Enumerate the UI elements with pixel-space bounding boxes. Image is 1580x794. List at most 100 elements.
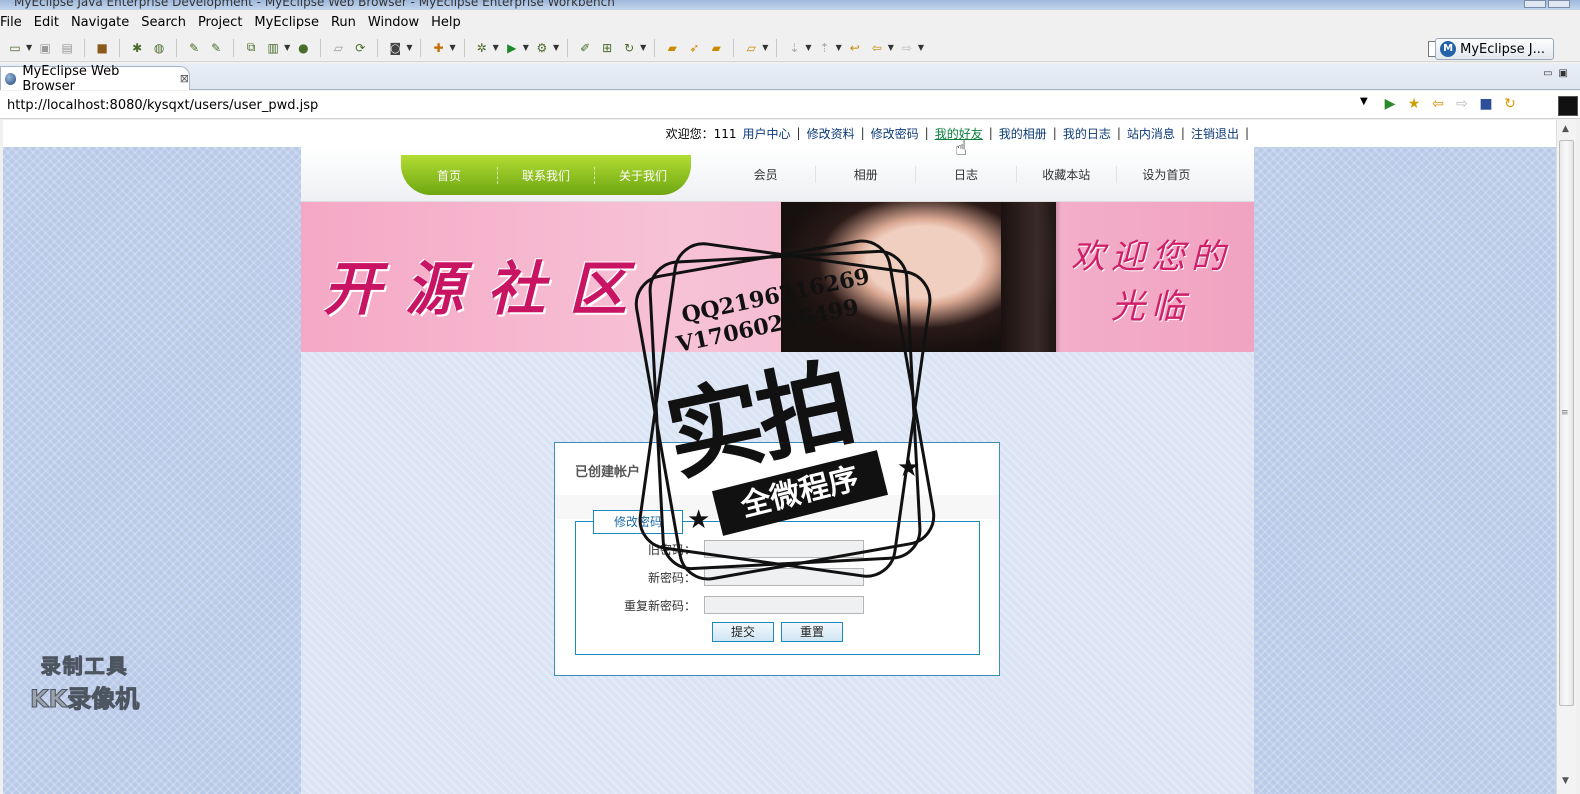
chevron-down-icon[interactable]: ▼ bbox=[640, 43, 646, 52]
chevron-down-icon[interactable]: ▼ bbox=[805, 43, 811, 52]
menu-help[interactable]: Help bbox=[431, 15, 469, 30]
menu-window[interactable]: Window bbox=[368, 15, 427, 30]
scroll-down-icon[interactable]: ▼ bbox=[1562, 776, 1569, 786]
link-logout[interactable]: 注销退出 bbox=[1191, 125, 1239, 142]
debug-icon[interactable]: ✲ bbox=[473, 39, 491, 57]
deploy-icon[interactable]: ⧉ bbox=[242, 39, 260, 57]
back-icon[interactable]: ⇦ bbox=[1430, 96, 1446, 112]
maximize-view-icon[interactable]: ▣ bbox=[1559, 68, 1574, 79]
forward-icon[interactable]: ⇨ bbox=[898, 39, 916, 57]
camera-icon[interactable]: ◙ bbox=[386, 39, 404, 57]
prev-annotation-icon[interactable]: ⇡ bbox=[816, 39, 834, 57]
refresh-icon[interactable]: ↻ bbox=[1502, 96, 1518, 112]
chevron-down-icon[interactable]: ▼ bbox=[762, 43, 768, 52]
perspective-switcher[interactable]: M MyEclipse J... bbox=[1435, 38, 1554, 60]
globe-icon[interactable]: ● bbox=[294, 39, 312, 57]
nav-albums[interactable]: 相册 bbox=[816, 165, 917, 183]
next-annotation-icon[interactable]: ⇣ bbox=[785, 39, 803, 57]
nav-home[interactable]: 首页 bbox=[401, 166, 498, 184]
chevron-down-icon[interactable]: ▼ bbox=[26, 43, 32, 52]
new-icon[interactable]: ▭ bbox=[6, 39, 24, 57]
back-icon[interactable]: ⇦ bbox=[868, 39, 886, 57]
vertical-scrollbar[interactable]: ▲ ≡ ▼ bbox=[1556, 120, 1576, 794]
minimize-button[interactable] bbox=[1524, 0, 1546, 8]
folder-icon[interactable]: ▰ bbox=[707, 39, 725, 57]
link-messages[interactable]: 站内消息 bbox=[1127, 125, 1175, 142]
toolbar-divider bbox=[119, 38, 121, 57]
save-icon[interactable]: ▣ bbox=[36, 39, 54, 57]
forward-icon[interactable]: ⇨ bbox=[1454, 96, 1470, 112]
deploy-list-icon[interactable]: ▥ bbox=[264, 39, 282, 57]
myeclipse-logo-icon: M bbox=[1440, 41, 1457, 57]
new-item-icon[interactable]: ✚ bbox=[429, 39, 447, 57]
close-icon[interactable]: ⊠ bbox=[180, 72, 189, 85]
reset-button[interactable]: 重置 bbox=[781, 622, 843, 642]
server-icon[interactable]: ◍ bbox=[150, 39, 168, 57]
minimize-view-icon[interactable]: ▭ bbox=[1543, 68, 1558, 79]
menu-search[interactable]: Search bbox=[141, 15, 194, 30]
chevron-down-icon[interactable]: ▼ bbox=[553, 43, 559, 52]
hierarchy-icon[interactable]: ⊞ bbox=[598, 39, 616, 57]
chevron-down-icon[interactable]: ▼ bbox=[888, 43, 894, 52]
go-icon[interactable]: ▶ bbox=[1382, 96, 1398, 112]
open-type-icon[interactable]: ✐ bbox=[576, 39, 594, 57]
rocket-icon[interactable]: ➶ bbox=[685, 39, 703, 57]
confirm-password-input[interactable] bbox=[704, 596, 864, 614]
submit-button[interactable]: 提交 bbox=[712, 622, 774, 642]
scrollbar-thumb[interactable] bbox=[1559, 140, 1574, 706]
nav-about[interactable]: 关于我们 bbox=[595, 167, 691, 184]
stop-icon[interactable]: ■ bbox=[1478, 96, 1494, 112]
nav-contact[interactable]: 联系我们 bbox=[498, 166, 595, 184]
tab-web-browser[interactable]: MyEclipse Web Browser ⊠ bbox=[0, 64, 190, 94]
last-edit-icon[interactable]: ↩ bbox=[846, 39, 864, 57]
chevron-down-icon[interactable]: ▼ bbox=[836, 43, 842, 52]
old-password-input[interactable] bbox=[704, 540, 864, 558]
menu-run[interactable]: Run bbox=[331, 15, 364, 30]
console-icon[interactable] bbox=[1558, 96, 1578, 116]
user-nav-bar: 欢迎您：111 用户中心 | 修改资料 | 修改密码 | 我的好友 | 我的相册 | 我的… bbox=[3, 120, 1556, 146]
menu-myeclipse[interactable]: MyEclipse bbox=[254, 15, 327, 30]
chevron-down-icon[interactable]: ▼ bbox=[918, 43, 924, 52]
nav-bookmark[interactable]: 收藏本站 bbox=[1017, 165, 1117, 183]
menu-navigate[interactable]: Navigate bbox=[71, 15, 137, 30]
new-password-input[interactable] bbox=[704, 568, 864, 586]
wizard-icon[interactable]: ✎ bbox=[185, 39, 203, 57]
nav-blog[interactable]: 日志 bbox=[916, 165, 1017, 183]
refresh-icon[interactable]: ↻ bbox=[620, 39, 638, 57]
menu-project[interactable]: Project bbox=[198, 15, 250, 30]
url-input[interactable] bbox=[3, 94, 1366, 116]
link-user-center[interactable]: 用户中心 bbox=[743, 125, 791, 142]
separator: | bbox=[796, 126, 801, 140]
package-icon[interactable]: ■ bbox=[93, 39, 111, 57]
bug-icon[interactable]: ✱ bbox=[128, 39, 146, 57]
chevron-down-icon[interactable]: ▼ bbox=[493, 43, 499, 52]
maximize-button[interactable] bbox=[1548, 0, 1570, 8]
print-icon[interactable]: ▤ bbox=[58, 39, 76, 57]
external-tools-icon[interactable]: ⚙ bbox=[533, 39, 551, 57]
search-folder-icon[interactable]: ▱ bbox=[742, 39, 760, 57]
refresh-folder-icon[interactable]: ⟳ bbox=[351, 39, 369, 57]
menu-file[interactable]: File bbox=[0, 15, 30, 30]
browser-nav-buttons: ▶ ★ ⇦ ⇨ ■ ↻ bbox=[1382, 96, 1518, 112]
run-icon[interactable]: ▶ bbox=[503, 39, 521, 57]
chevron-down-icon[interactable]: ▼ bbox=[449, 43, 455, 52]
toolbar-divider bbox=[377, 38, 379, 57]
scroll-up-icon[interactable]: ▲ bbox=[1562, 124, 1569, 134]
chevron-down-icon[interactable]: ▼ bbox=[284, 43, 290, 52]
open-folder-icon[interactable]: ▱ bbox=[329, 39, 347, 57]
link-edit-profile[interactable]: 修改资料 bbox=[807, 125, 855, 142]
nav-members[interactable]: 会员 bbox=[716, 165, 817, 183]
chevron-down-icon[interactable]: ▼ bbox=[406, 43, 412, 52]
chevron-down-icon[interactable]: ▼ bbox=[523, 43, 529, 52]
link-my-blog[interactable]: 我的日志 bbox=[1063, 125, 1111, 142]
link-my-album[interactable]: 我的相册 bbox=[999, 125, 1047, 142]
link-change-password[interactable]: 修改密码 bbox=[871, 125, 919, 142]
nav-set-homepage[interactable]: 设为首页 bbox=[1117, 166, 1216, 183]
url-history-chevron-icon[interactable]: ▼ bbox=[1360, 96, 1368, 107]
tab-label: MyEclipse Web Browser bbox=[22, 63, 120, 94]
menu-edit[interactable]: Edit bbox=[34, 15, 67, 30]
folder-open-icon[interactable]: ▰ bbox=[663, 39, 681, 57]
favorites-icon[interactable]: ★ bbox=[1406, 96, 1422, 112]
toolbar-divider bbox=[567, 38, 569, 57]
wizard2-icon[interactable]: ✎ bbox=[207, 39, 225, 57]
